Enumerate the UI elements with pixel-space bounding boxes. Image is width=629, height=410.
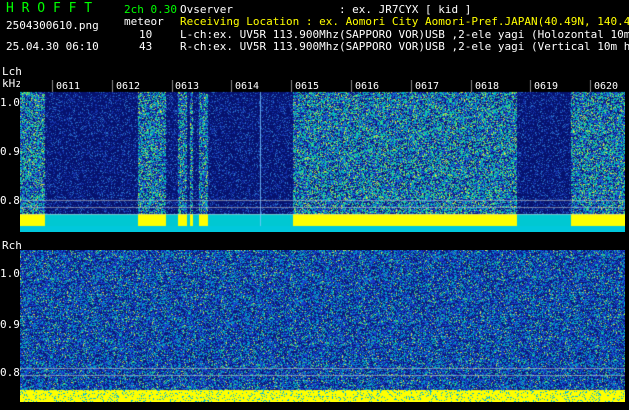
time-tick: 0612 [116,81,141,92]
lch-unit: kHz [2,77,22,90]
rch-meteor-count: 43 [139,40,153,53]
app-title: H R O F F T [6,1,93,16]
lch-ytick-1: 1.0 [0,96,20,109]
time-tick: 0617 [415,81,440,92]
lch-spectrogram: 0611 0612 0613 0614 0615 0616 0617 0618 … [20,80,625,232]
rch-info: R-ch:ex. UV5R 113.900Mhz(SAPPORO VOR)USB… [180,40,629,53]
lch-ytick-2: 0.9 [0,145,20,158]
lch-ytick-3: 0.8 [0,194,20,207]
rch-label: Rch [2,239,22,252]
time-tick: 0615 [295,81,320,92]
lch-heatmap [20,80,625,232]
time-tick: 0620 [594,81,619,92]
hroft-window: H R O F F T 2504300610.png 25.04.30 06:1… [0,0,629,410]
time-tick: 0619 [534,81,559,92]
meteor-label: meteor [124,15,164,28]
rch-ytick-2: 0.9 [0,318,20,331]
rch-ytick-3: 0.8 [0,366,20,379]
filename-label: 2504300610.png [6,19,99,32]
time-tick: 0611 [56,81,81,92]
rch-ytick-1: 1.0 [0,267,20,280]
time-tick: 0614 [235,81,260,92]
time-tick: 0616 [355,81,380,92]
rch-spectrogram [20,250,625,402]
location-info: Receiving Location : ex. Aomori City Aom… [180,15,629,28]
rch-heatmap [20,250,625,402]
datetime-label: 25.04.30 06:10 [6,40,99,53]
time-tick: 0618 [475,81,500,92]
time-tick: 0613 [175,81,200,92]
